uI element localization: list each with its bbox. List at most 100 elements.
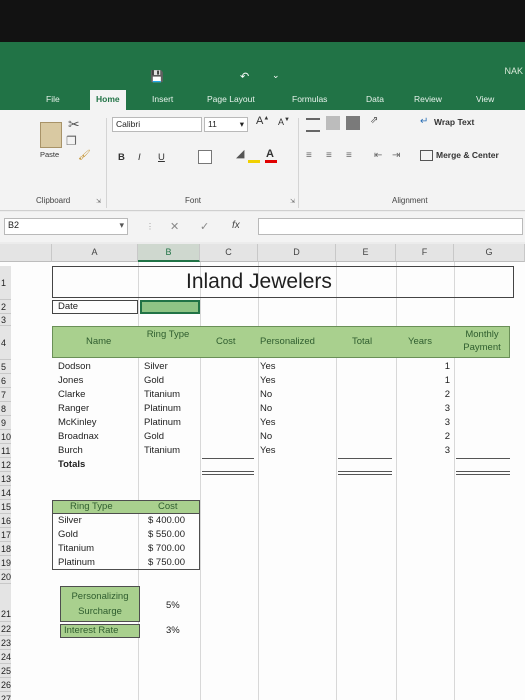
lookup-cost[interactable]: $ 700.00	[148, 543, 185, 554]
increase-indent-icon[interactable]: ⇥	[392, 150, 400, 161]
column-header-e[interactable]: E	[336, 244, 396, 262]
italic-button[interactable]: I	[138, 152, 141, 163]
row-header[interactable]: 26	[0, 678, 11, 692]
row-header[interactable]: 21	[0, 584, 11, 622]
interest-value[interactable]: 3%	[166, 625, 180, 636]
cell-name[interactable]: McKinley	[58, 417, 97, 428]
format-painter-icon[interactable]: 🖌	[78, 150, 91, 161]
confirm-entry-icon[interactable]: ✓	[200, 220, 209, 233]
font-launcher-icon[interactable]: ⇲	[290, 198, 295, 205]
fill-color-icon[interactable]: ◢	[236, 147, 244, 160]
cell-years[interactable]: 3	[420, 445, 450, 456]
copy-icon[interactable]: ❐	[66, 134, 77, 148]
wrap-text-icon[interactable]: ↵	[420, 116, 428, 127]
row-header[interactable]: 8	[0, 402, 11, 416]
name-box[interactable]: B2 ▾	[4, 218, 128, 235]
row-header[interactable]: 3	[0, 314, 11, 326]
row-header[interactable]: 18	[0, 542, 11, 556]
cell-personalized[interactable]: No	[260, 431, 272, 442]
row-header[interactable]: 27	[0, 692, 11, 700]
borders-icon[interactable]	[198, 150, 212, 164]
cell-years[interactable]: 1	[420, 361, 450, 372]
paste-icon[interactable]	[40, 122, 62, 148]
row-header[interactable]: 14	[0, 486, 11, 500]
cell-name[interactable]: Jones	[58, 375, 83, 386]
column-header-d[interactable]: D	[258, 244, 336, 262]
tab-review[interactable]: Review	[414, 94, 442, 104]
cancel-entry-icon[interactable]: ✕	[170, 220, 179, 233]
interest-label[interactable]: Interest Rate	[64, 625, 118, 636]
paste-button[interactable]: Paste	[40, 150, 59, 159]
customize-quick-access-icon[interactable]: ⌄	[272, 70, 280, 81]
lookup-cost[interactable]: $ 550.00	[148, 529, 185, 540]
cell-name[interactable]: Clarke	[58, 389, 85, 400]
clipboard-launcher-icon[interactable]: ⇲	[96, 198, 101, 205]
page-title[interactable]: Inland Jewelers	[186, 270, 332, 294]
merge-center-button[interactable]: Merge & Center	[436, 150, 499, 160]
date-input-cell[interactable]	[140, 300, 200, 314]
cell-personalized[interactable]: No	[260, 389, 272, 400]
totals-label[interactable]: Totals	[58, 459, 85, 470]
increase-font-icon[interactable]: A▲	[256, 115, 269, 127]
top-align-icon[interactable]	[306, 118, 320, 132]
cell-personalized[interactable]: Yes	[260, 375, 276, 386]
header-monthly-payment[interactable]: Monthly Payment	[456, 328, 508, 354]
lookup-type[interactable]: Platinum	[58, 557, 95, 568]
row-header[interactable]: 2	[0, 300, 11, 314]
cell-years[interactable]: 3	[420, 417, 450, 428]
align-right-icon[interactable]: ≡	[346, 150, 352, 161]
row-header[interactable]: 6	[0, 374, 11, 388]
decrease-indent-icon[interactable]: ⇤	[374, 150, 382, 161]
font-color-icon[interactable]: A	[266, 148, 274, 160]
tab-file[interactable]: File	[46, 94, 60, 104]
cell-name[interactable]: Burch	[58, 445, 83, 456]
cell-years[interactable]: 3	[420, 403, 450, 414]
row-header[interactable]: 24	[0, 650, 11, 664]
header-total[interactable]: Total	[352, 336, 372, 347]
formula-input[interactable]	[258, 218, 523, 235]
surcharge-value[interactable]: 5%	[166, 600, 180, 611]
row-header[interactable]: 19	[0, 556, 11, 570]
row-header[interactable]: 25	[0, 664, 11, 678]
cell-years[interactable]: 2	[420, 389, 450, 400]
lookup-type[interactable]: Silver	[58, 515, 82, 526]
row-header[interactable]: 20	[0, 570, 11, 584]
date-label[interactable]: Date	[58, 301, 78, 312]
cell-ring-type[interactable]: Gold	[144, 375, 164, 386]
column-header-c[interactable]: C	[200, 244, 258, 262]
cell-name[interactable]: Broadnax	[58, 431, 99, 442]
row-header[interactable]: 12	[0, 458, 11, 472]
align-left-icon[interactable]: ≡	[306, 150, 312, 161]
header-years[interactable]: Years	[408, 336, 432, 347]
header-personalized[interactable]: Personalized	[260, 336, 315, 347]
lookup-type[interactable]: Gold	[58, 529, 78, 540]
cell-personalized[interactable]: No	[260, 403, 272, 414]
column-header-a[interactable]: A	[52, 244, 138, 262]
wrap-text-button[interactable]: Wrap Text	[434, 117, 474, 127]
surcharge-label[interactable]: Personalizing Surcharge	[62, 589, 138, 619]
row-header[interactable]: 9	[0, 416, 11, 430]
cell-ring-type[interactable]: Silver	[144, 361, 168, 372]
row-header[interactable]: 1	[0, 266, 11, 300]
row-header[interactable]: 22	[0, 622, 11, 636]
lookup-cost[interactable]: $ 750.00	[148, 557, 185, 568]
cell-ring-type[interactable]: Platinum	[144, 403, 181, 414]
row-header[interactable]: 11	[0, 444, 11, 458]
cell-personalized[interactable]: Yes	[260, 361, 276, 372]
tab-data[interactable]: Data	[366, 94, 384, 104]
cell-ring-type[interactable]: Titanium	[144, 389, 180, 400]
cell-ring-type[interactable]: Gold	[144, 431, 164, 442]
row-header[interactable]: 16	[0, 514, 11, 528]
underline-button[interactable]: U	[158, 152, 165, 163]
cell-name[interactable]: Ranger	[58, 403, 89, 414]
lookup-type[interactable]: Titanium	[58, 543, 94, 554]
tab-page-layout[interactable]: Page Layout	[207, 94, 255, 104]
cell-ring-type[interactable]: Platinum	[144, 417, 181, 428]
cell-personalized[interactable]: Yes	[260, 445, 276, 456]
row-header[interactable]: 7	[0, 388, 11, 402]
tab-home[interactable]: Home	[90, 90, 126, 110]
header-name[interactable]: Name	[86, 336, 111, 347]
tab-insert[interactable]: Insert	[152, 94, 173, 104]
middle-align-icon[interactable]	[326, 116, 340, 130]
cell-ring-type[interactable]: Titanium	[144, 445, 180, 456]
